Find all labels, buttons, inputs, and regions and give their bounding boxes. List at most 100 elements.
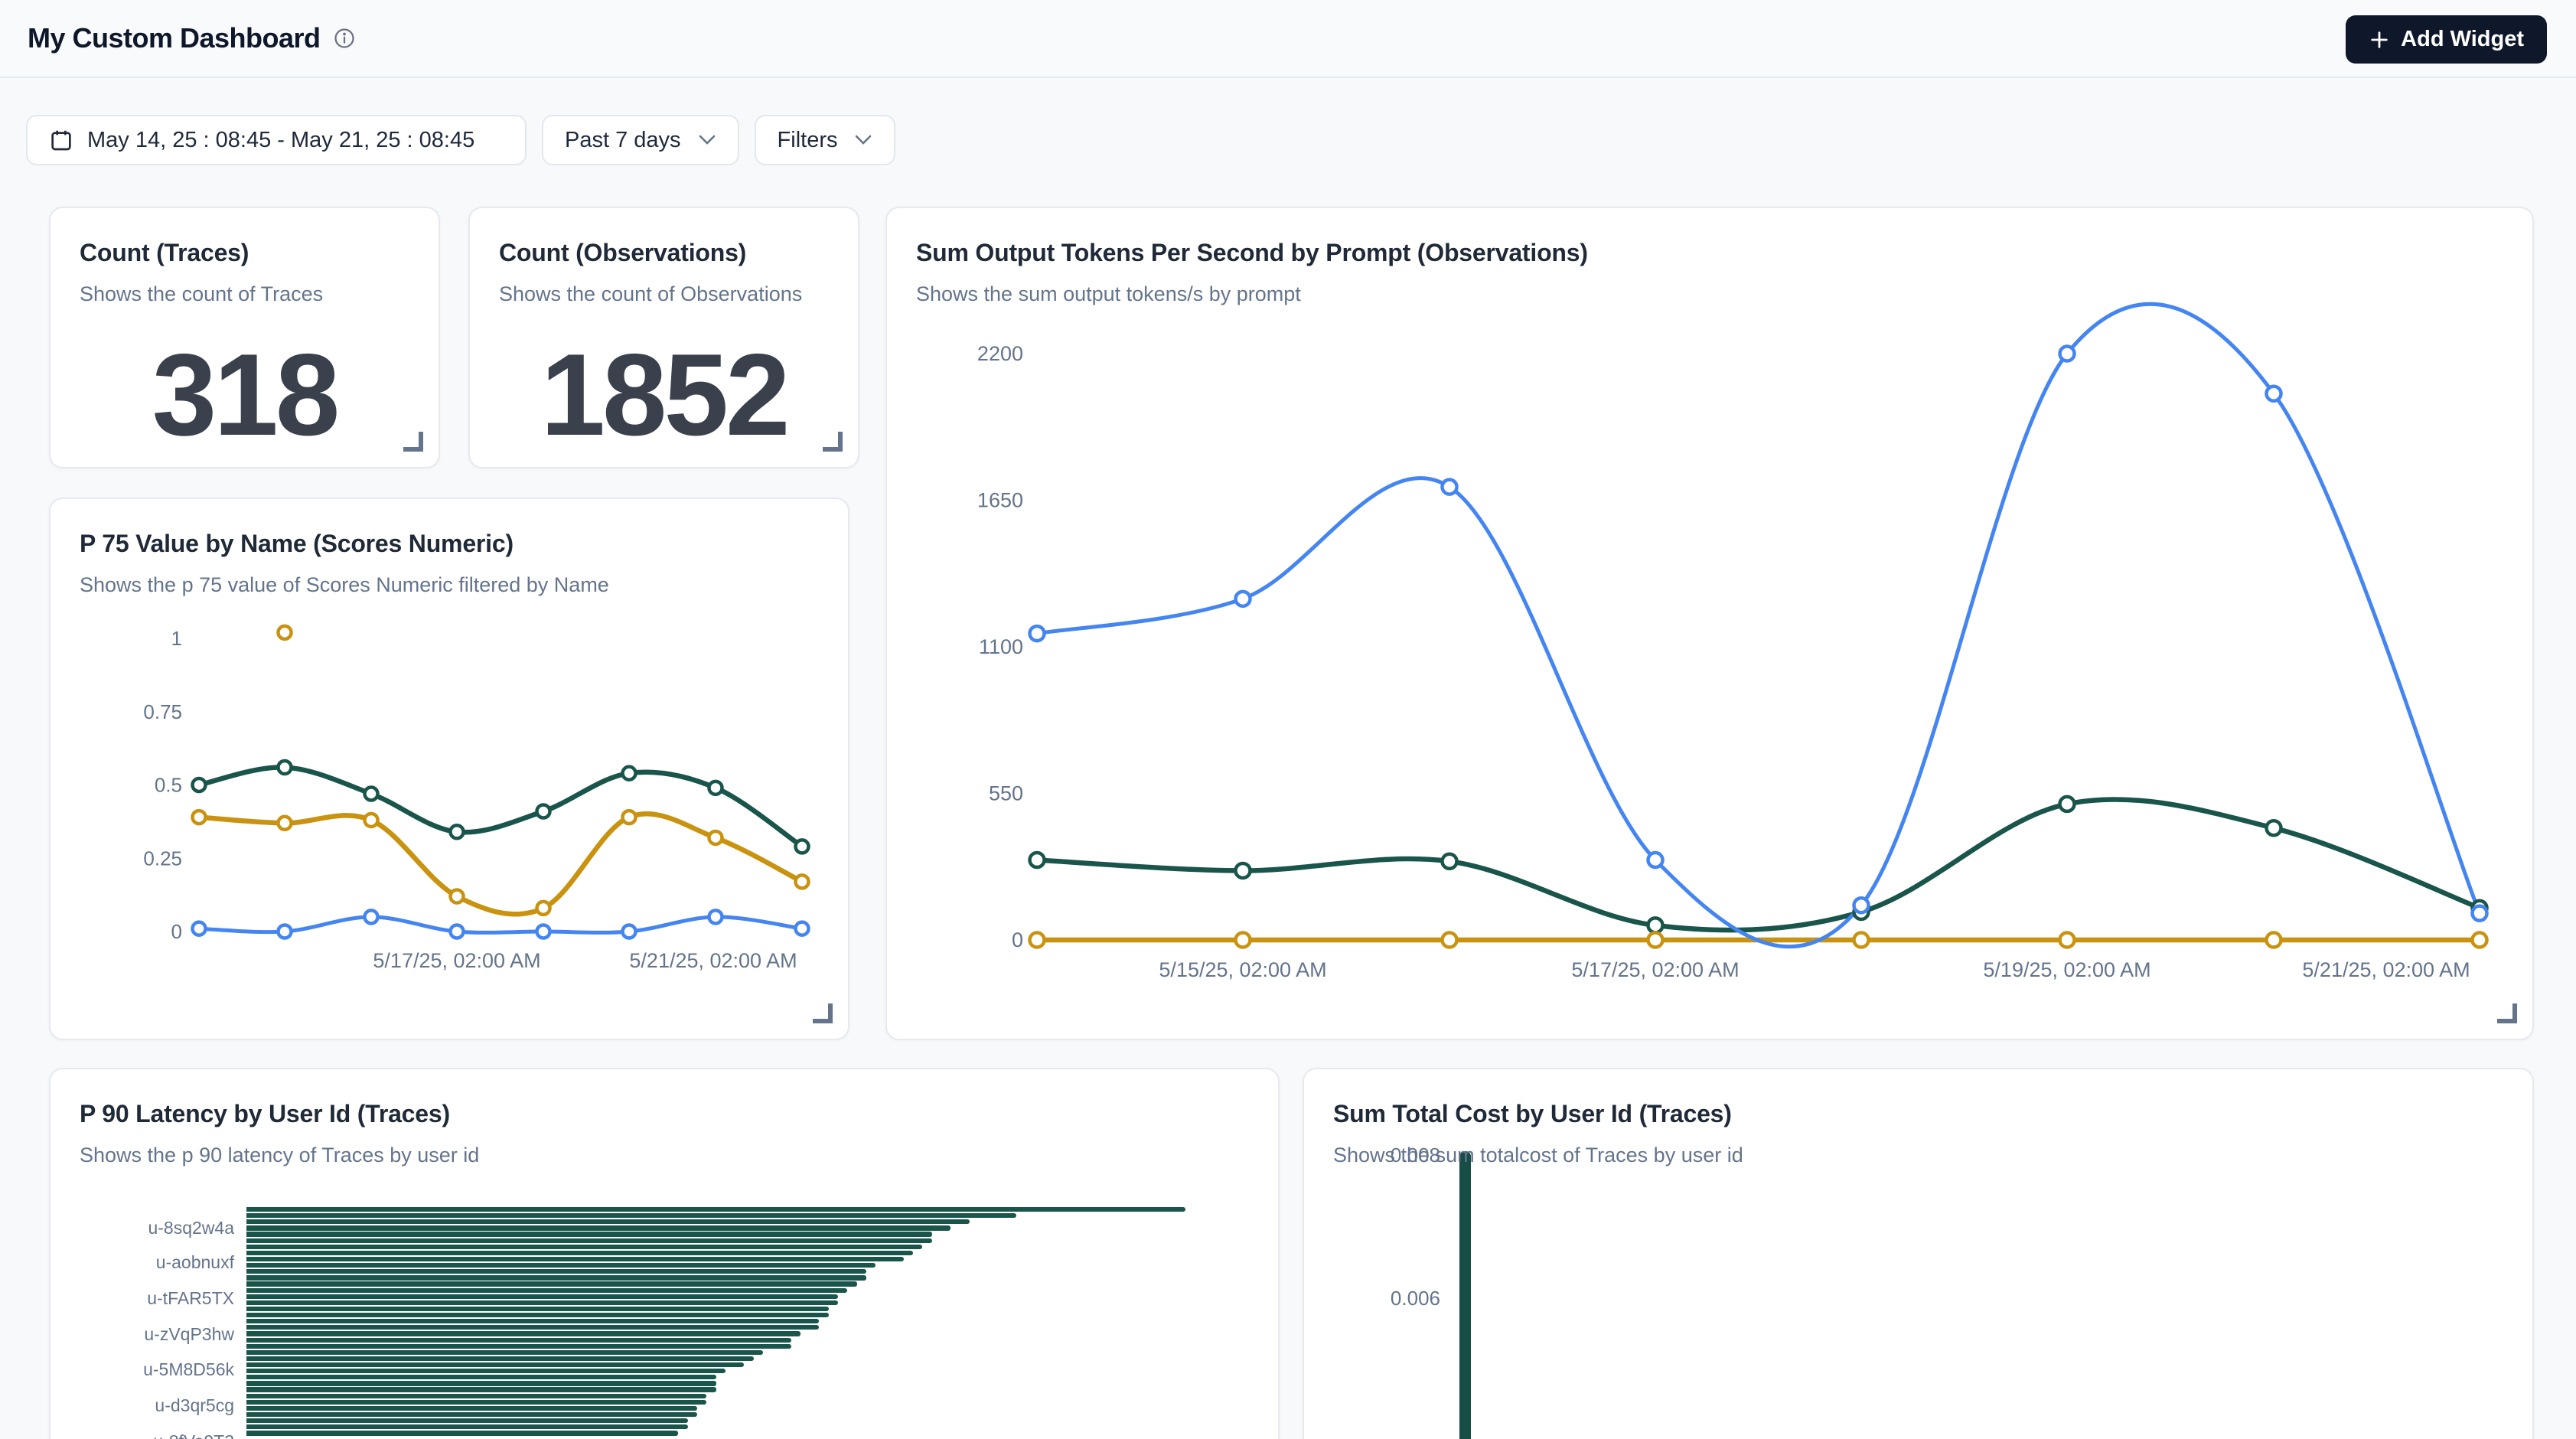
date-preset-dropdown[interactable]: Past 7 days — [542, 115, 739, 165]
date-range-value: May 14, 25 : 08:45 - May 21, 25 : 08:45 — [87, 128, 474, 153]
page-title: My Custom Dashboard — [28, 22, 321, 54]
svg-text:0: 0 — [1012, 928, 1023, 951]
latency-bar — [246, 1375, 716, 1379]
widget-subtitle: Shows the p 75 value of Scores Numeric f… — [80, 573, 819, 597]
user-id-axis-label: u-8fVa9T3 — [51, 1431, 234, 1439]
latency-bar — [246, 1294, 838, 1299]
latency-bar — [246, 1207, 1185, 1212]
svg-text:550: 550 — [989, 782, 1023, 805]
svg-text:0.5: 0.5 — [155, 774, 182, 797]
page-header: My Custom Dashboard Add Widget — [0, 0, 2576, 78]
latency-bar — [246, 1300, 838, 1305]
latency-bar — [246, 1381, 716, 1385]
latency-bar — [246, 1406, 697, 1411]
count-value: 1852 — [540, 328, 787, 462]
user-id-axis-label: u-aobnuxf — [51, 1252, 234, 1273]
resize-handle-icon[interactable] — [403, 432, 423, 452]
latency-bar — [246, 1225, 951, 1230]
widget-p75-scores: P 75 Value by Name (Scores Numeric) Show… — [49, 498, 849, 1040]
user-id-axis-label: u-8sq2w4a — [51, 1218, 234, 1238]
latency-bar — [246, 1263, 876, 1268]
latency-bar — [246, 1400, 706, 1405]
widget-title: Count (Traces) — [80, 239, 409, 267]
svg-text:2200: 2200 — [977, 342, 1023, 365]
svg-text:5/21/25, 02:00 AM: 5/21/25, 02:00 AM — [2302, 958, 2470, 981]
latency-bar — [246, 1344, 791, 1349]
latency-bar — [246, 1369, 726, 1373]
user-id-axis-label: u-zVqP3hw — [51, 1324, 234, 1345]
latency-bar — [246, 1257, 904, 1261]
resize-handle-icon[interactable] — [813, 1003, 833, 1023]
cost-axis-label: 0.006 — [1304, 1287, 1440, 1310]
latency-bar — [246, 1431, 678, 1435]
widget-title: Sum Output Tokens Per Second by Prompt (… — [916, 239, 2503, 267]
date-range-picker[interactable]: May 14, 25 : 08:45 - May 21, 25 : 08:45 — [26, 115, 527, 165]
add-widget-label: Add Widget — [2401, 27, 2524, 52]
latency-bar — [246, 1331, 801, 1336]
svg-text:5/17/25, 02:00 AM: 5/17/25, 02:00 AM — [373, 949, 540, 972]
latency-bar — [246, 1424, 688, 1429]
svg-text:5/15/25, 02:00 AM: 5/15/25, 02:00 AM — [1159, 958, 1326, 981]
filters-dropdown[interactable]: Filters — [755, 115, 896, 165]
latency-bar — [246, 1275, 866, 1280]
widget-subtitle: Shows the p 90 latency of Traces by user… — [80, 1144, 1249, 1167]
widget-title: P 90 Latency by User Id (Traces) — [80, 1100, 1249, 1128]
svg-text:5/17/25, 02:00 AM: 5/17/25, 02:00 AM — [1571, 958, 1739, 981]
widget-subtitle: Shows the count of Observations — [499, 282, 829, 306]
widget-p90-latency: P 90 Latency by User Id (Traces) Shows t… — [49, 1068, 1280, 1439]
widget-subtitle: Shows the sum output tokens/s by prompt — [916, 282, 2503, 306]
latency-bar — [246, 1319, 819, 1323]
plus-icon — [2369, 29, 2390, 51]
latency-bar — [246, 1362, 744, 1367]
latency-bar — [246, 1238, 932, 1243]
latency-bar — [246, 1394, 706, 1398]
user-id-axis-label: u-5M8D56k — [51, 1359, 234, 1380]
latency-bar — [246, 1245, 922, 1249]
latency-bar — [246, 1338, 791, 1343]
filters-label: Filters — [778, 128, 838, 153]
chevron-down-icon — [698, 134, 716, 146]
latency-bar — [246, 1350, 763, 1355]
latency-bar — [246, 1418, 688, 1423]
svg-text:5/19/25, 02:00 AM: 5/19/25, 02:00 AM — [1983, 958, 2150, 981]
latency-bar — [246, 1232, 932, 1236]
widget-count-observations: Count (Observations) Shows the count of … — [468, 207, 859, 468]
svg-text:1: 1 — [171, 627, 182, 650]
svg-text:1100: 1100 — [979, 635, 1023, 658]
widget-subtitle: Shows the count of Traces — [80, 282, 409, 306]
cost-bar — [1459, 1151, 1471, 1439]
widget-subtitle: Shows the sum totalcost of Traces by use… — [1333, 1144, 2503, 1167]
widget-title: Count (Observations) — [499, 239, 829, 267]
info-icon[interactable] — [333, 27, 356, 50]
widget-title: P 75 Value by Name (Scores Numeric) — [80, 530, 819, 558]
svg-text:5/21/25, 02:00 AM: 5/21/25, 02:00 AM — [629, 949, 797, 972]
count-value: 318 — [152, 328, 337, 462]
resize-handle-icon[interactable] — [2497, 1003, 2517, 1023]
latency-bar — [246, 1313, 829, 1317]
latency-bar — [246, 1269, 866, 1274]
latency-bar — [246, 1219, 970, 1224]
latency-bar — [246, 1387, 716, 1392]
filter-bar: May 14, 25 : 08:45 - May 21, 25 : 08:45 … — [26, 115, 895, 165]
latency-bar — [246, 1356, 754, 1361]
latency-bar — [246, 1251, 913, 1255]
calendar-icon — [49, 128, 73, 152]
svg-text:0.25: 0.25 — [143, 847, 182, 870]
user-id-axis-label: u-d3qr5cg — [51, 1395, 234, 1416]
latency-bar — [246, 1307, 829, 1311]
widget-count-traces: Count (Traces) Shows the count of Traces… — [49, 207, 440, 468]
latency-bar — [246, 1281, 857, 1286]
latency-bar — [246, 1325, 819, 1330]
latency-bar — [246, 1213, 1016, 1218]
resize-handle-icon[interactable] — [823, 432, 843, 452]
widget-title: Sum Total Cost by User Id (Traces) — [1333, 1100, 2503, 1128]
latency-bar — [246, 1412, 697, 1417]
add-widget-button[interactable]: Add Widget — [2346, 15, 2547, 64]
chevron-down-icon — [854, 134, 872, 146]
widget-cost-by-user: Sum Total Cost by User Id (Traces) Shows… — [1303, 1068, 2534, 1439]
user-id-axis-label: u-tFAR5TX — [51, 1288, 234, 1309]
date-preset-value: Past 7 days — [565, 128, 681, 153]
svg-text:1650: 1650 — [977, 489, 1023, 512]
svg-text:0.75: 0.75 — [143, 700, 182, 723]
svg-text:0: 0 — [171, 920, 182, 943]
